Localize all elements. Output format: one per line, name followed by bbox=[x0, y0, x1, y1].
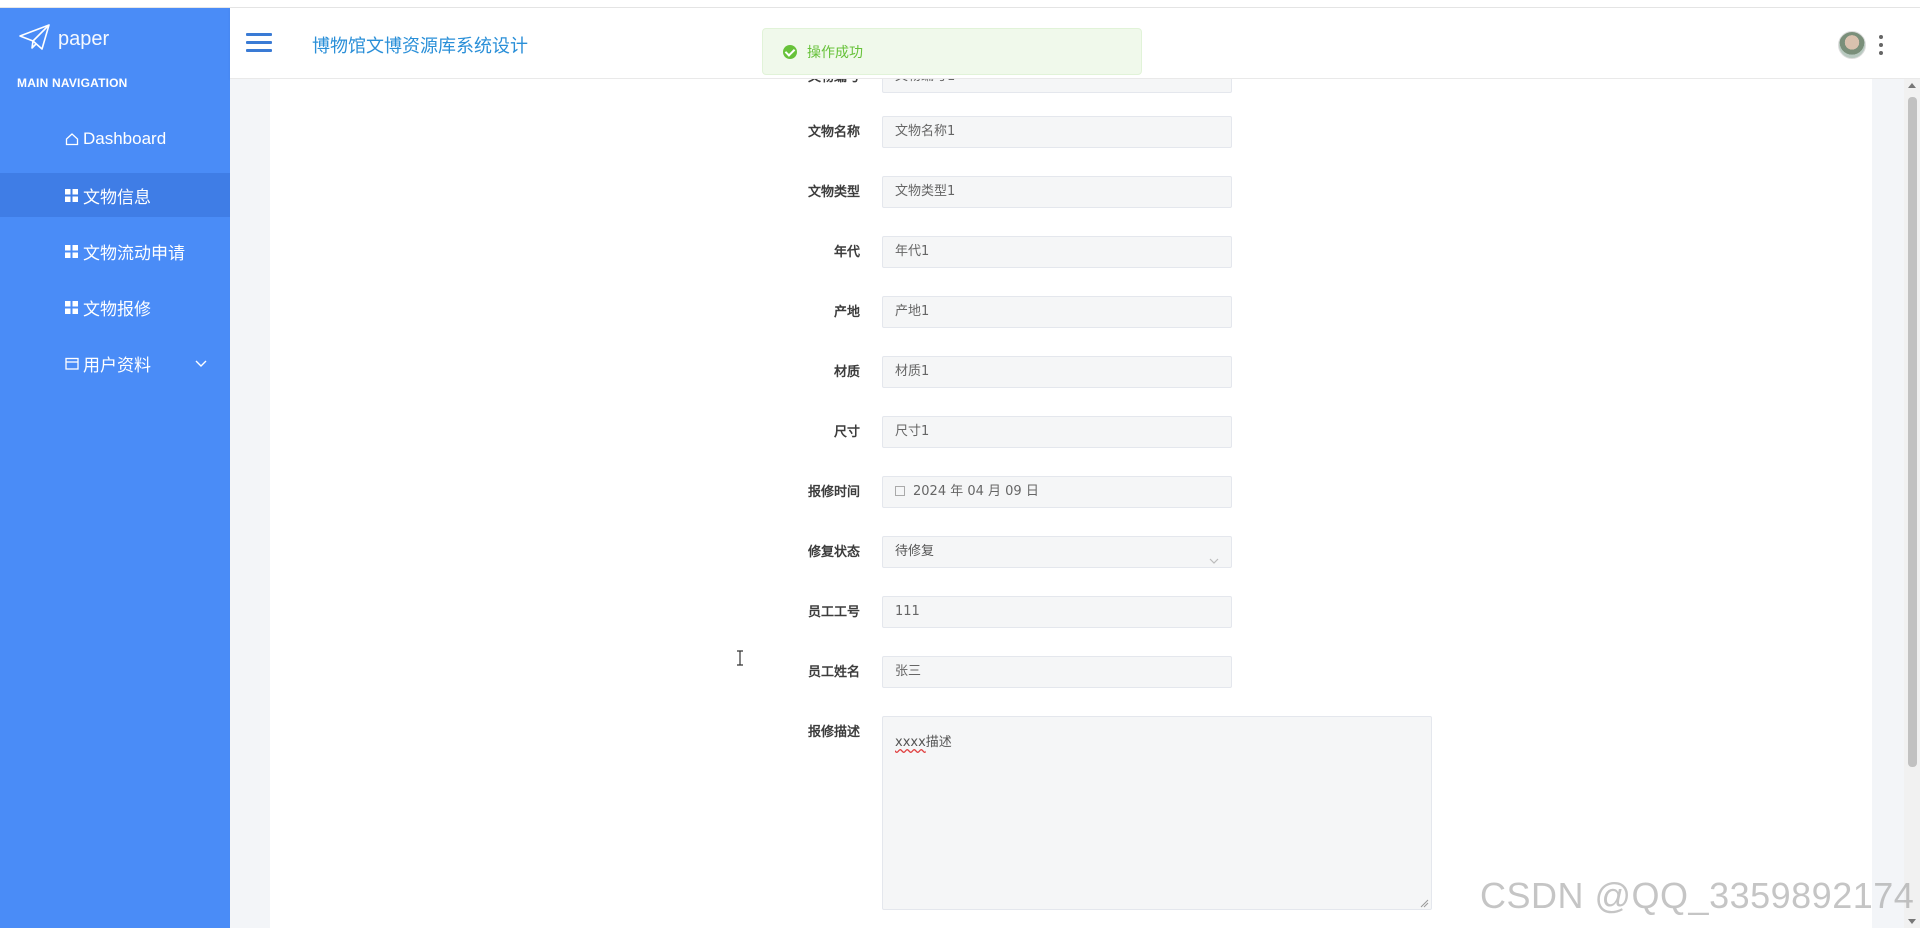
sidebar-item-label: Dashboard bbox=[83, 129, 167, 148]
origin-field[interactable]: 产地1 bbox=[882, 296, 1232, 328]
repair-status-select[interactable]: 待修复 bbox=[882, 536, 1232, 568]
sidebar-item-dashboard[interactable]: Dashboard bbox=[0, 117, 230, 161]
sidebar-item-label: 用户资料 bbox=[83, 355, 151, 376]
field-label: 文物编号 bbox=[760, 79, 860, 95]
sidebar-menu: Dashboard 文物信息 文物流动申请 文物报修 用户资料 bbox=[0, 117, 264, 397]
home-icon bbox=[64, 132, 79, 147]
sidebar: paper MAIN NAVIGATION Dashboard 文物信息 文物流… bbox=[0, 8, 264, 928]
nav-heading: MAIN NAVIGATION bbox=[17, 76, 128, 90]
field-label: 文物名称 bbox=[807, 125, 860, 140]
menu-toggle-icon[interactable] bbox=[246, 33, 272, 53]
sidebar-item-artifact-transfer[interactable]: 文物流动申请 bbox=[0, 229, 230, 273]
grid-icon bbox=[64, 188, 79, 203]
sidebar-item-artifact-info[interactable]: 文物信息 bbox=[0, 173, 264, 217]
app-title: 博物馆文博资源库系统设计 bbox=[312, 36, 528, 57]
chevron-down-icon bbox=[194, 355, 208, 369]
grid-icon bbox=[64, 244, 79, 259]
field-label: 报修描述 bbox=[807, 725, 860, 740]
chevron-down-icon bbox=[1209, 548, 1219, 564]
field-label: 年代 bbox=[833, 245, 860, 260]
brand-logo[interactable]: paper bbox=[18, 24, 109, 54]
field-label: 员工姓名 bbox=[807, 665, 860, 680]
repair-date-value: 2024 年 04 月 09 日 bbox=[913, 484, 1039, 499]
sidebar-item-label: 文物报修 bbox=[83, 299, 151, 320]
field-label: 尺寸 bbox=[833, 425, 860, 440]
sidebar-item-label: 文物流动申请 bbox=[83, 243, 185, 264]
size-field[interactable]: 尺寸1 bbox=[882, 416, 1232, 448]
artifact-number-field[interactable]: 文物编号1 bbox=[882, 79, 1232, 93]
page-scrollbar[interactable] bbox=[1904, 79, 1920, 928]
field-label: 员工工号 bbox=[807, 605, 860, 620]
main-content: 文物编号 文物编号1 文物名称 文物名称1 文物类型 文物类型1 年代 年代1 … bbox=[230, 79, 1904, 928]
artifact-type-field[interactable]: 文物类型1 bbox=[882, 176, 1232, 208]
repair-status-value: 待修复 bbox=[895, 544, 935, 559]
artifact-name-field[interactable]: 文物名称1 bbox=[882, 116, 1232, 148]
more-options-icon[interactable] bbox=[1878, 35, 1884, 55]
field-label: 报修时间 bbox=[807, 485, 860, 500]
field-label: 材质 bbox=[833, 365, 860, 380]
sidebar-item-label: 文物信息 bbox=[83, 187, 151, 208]
repair-description-textarea[interactable]: xxxx描述 bbox=[882, 716, 1432, 910]
avatar[interactable] bbox=[1838, 31, 1866, 59]
sidebar-item-artifact-repair[interactable]: 文物报修 bbox=[0, 285, 230, 329]
brand-name: paper bbox=[58, 27, 110, 50]
success-toast: 操作成功 bbox=[762, 28, 1142, 75]
scroll-up-icon[interactable] bbox=[1908, 83, 1916, 88]
check-circle-icon bbox=[783, 44, 797, 59]
calendar-icon bbox=[64, 356, 79, 371]
scroll-thumb[interactable] bbox=[1908, 97, 1917, 767]
scroll-down-icon[interactable] bbox=[1908, 919, 1916, 924]
repair-date-picker[interactable]: 2024 年 04 月 09 日 bbox=[882, 476, 1232, 508]
field-label: 产地 bbox=[833, 305, 860, 320]
description-text-prefix: xxxx bbox=[895, 735, 926, 750]
text-cursor-icon bbox=[736, 650, 744, 666]
top-edge bbox=[0, 0, 1920, 8]
resize-handle-icon[interactable] bbox=[1419, 897, 1429, 908]
material-field[interactable]: 材质1 bbox=[882, 356, 1232, 388]
field-label: 修复状态 bbox=[807, 545, 860, 560]
era-field[interactable]: 年代1 bbox=[882, 236, 1232, 268]
form-panel: 文物编号 文物编号1 文物名称 文物名称1 文物类型 文物类型1 年代 年代1 … bbox=[270, 79, 1872, 928]
sidebar-item-user-profile[interactable]: 用户资料 bbox=[0, 341, 230, 385]
watermark: CSDN @QQ_3359892174 bbox=[1480, 875, 1915, 916]
toast-message: 操作成功 bbox=[807, 44, 863, 61]
description-text-suffix: 描述 bbox=[925, 735, 952, 750]
field-label: 文物类型 bbox=[807, 185, 860, 200]
employee-name-field[interactable]: 张三 bbox=[882, 656, 1232, 688]
paper-plane-icon bbox=[18, 22, 52, 56]
employee-id-field[interactable]: 111 bbox=[882, 596, 1232, 628]
grid-icon bbox=[64, 300, 79, 315]
calendar-icon bbox=[895, 486, 905, 496]
